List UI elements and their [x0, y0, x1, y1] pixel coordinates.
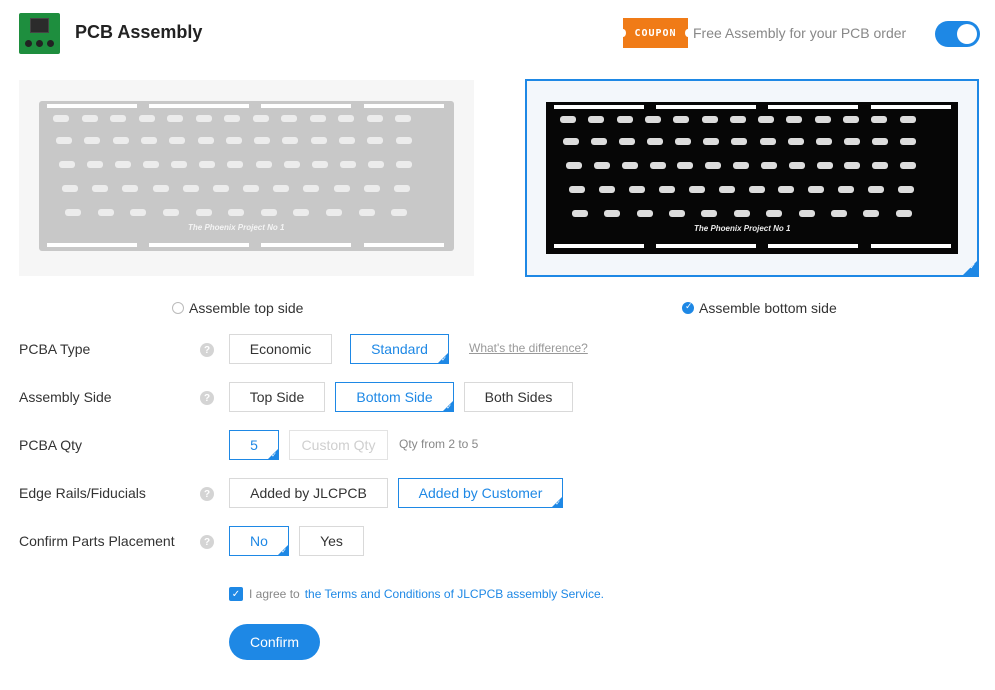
economic-button[interactable]: Economic: [229, 334, 332, 364]
coupon-badge: COUPON: [620, 18, 691, 48]
confirm-button[interactable]: Confirm: [229, 624, 320, 660]
help-icon[interactable]: ?: [200, 487, 214, 501]
bottom-side-button[interactable]: Bottom Side: [335, 382, 454, 412]
no-button[interactable]: No: [229, 526, 289, 556]
pcba-type-label: PCBA Type: [19, 341, 91, 357]
radio-checked-icon: [682, 301, 694, 314]
board-text: The Phoenix Project No 1: [694, 224, 791, 233]
both-sides-button[interactable]: Both Sides: [464, 382, 573, 412]
assembly-side-label: Assembly Side: [19, 389, 112, 405]
custom-qty-input[interactable]: Custom Qty: [289, 430, 388, 460]
board-text: The Phoenix Project No 1: [188, 223, 285, 232]
page-title: PCB Assembly: [75, 22, 203, 42]
whats-the-difference-link[interactable]: What's the difference?: [469, 341, 588, 355]
free-assembly-toggle[interactable]: [935, 21, 980, 47]
assemble-top-side-label: Assemble top side: [189, 300, 304, 316]
terms-link[interactable]: the Terms and Conditions of JLCPCB assem…: [305, 587, 604, 601]
assemble-top-side-radio[interactable]: Assemble top side: [172, 300, 303, 316]
confirm-parts-placement-label: Confirm Parts Placement: [19, 533, 175, 549]
help-icon[interactable]: ?: [200, 343, 214, 357]
pcb-top-image: The Phoenix Project No 1: [39, 101, 454, 251]
coupon-text: Free Assembly for your PCB order: [693, 25, 907, 41]
top-side-button[interactable]: Top Side: [229, 382, 325, 412]
agree-checkbox[interactable]: ✓: [229, 587, 243, 601]
assemble-bottom-side-radio[interactable]: Assemble bottom side: [682, 300, 837, 316]
bottom-side-preview[interactable]: The Phoenix Project No 1: [525, 79, 979, 277]
added-by-jlcpcb-button[interactable]: Added by JLCPCB: [229, 478, 388, 508]
edge-rails-label: Edge Rails/Fiducials: [19, 485, 146, 501]
radio-icon: [172, 302, 184, 314]
help-icon[interactable]: ?: [200, 391, 214, 405]
agree-text: I agree to: [249, 587, 300, 601]
yes-button[interactable]: Yes: [299, 526, 364, 556]
pcb-bottom-image: The Phoenix Project No 1: [546, 102, 958, 254]
top-side-preview[interactable]: The Phoenix Project No 1: [19, 80, 474, 276]
qty-hint: Qty from 2 to 5: [399, 437, 479, 451]
help-icon[interactable]: ?: [200, 535, 214, 549]
agreement-row: ✓ I agree to the Terms and Conditions of…: [229, 587, 604, 601]
assemble-bottom-side-label: Assemble bottom side: [699, 300, 837, 316]
pcba-qty-label: PCBA Qty: [19, 437, 83, 453]
qty-5-button[interactable]: 5: [229, 430, 279, 460]
selected-check-icon: [963, 261, 977, 275]
added-by-customer-button[interactable]: Added by Customer: [398, 478, 563, 508]
pcb-assembly-logo-icon: [19, 13, 60, 54]
standard-button[interactable]: Standard: [350, 334, 449, 364]
